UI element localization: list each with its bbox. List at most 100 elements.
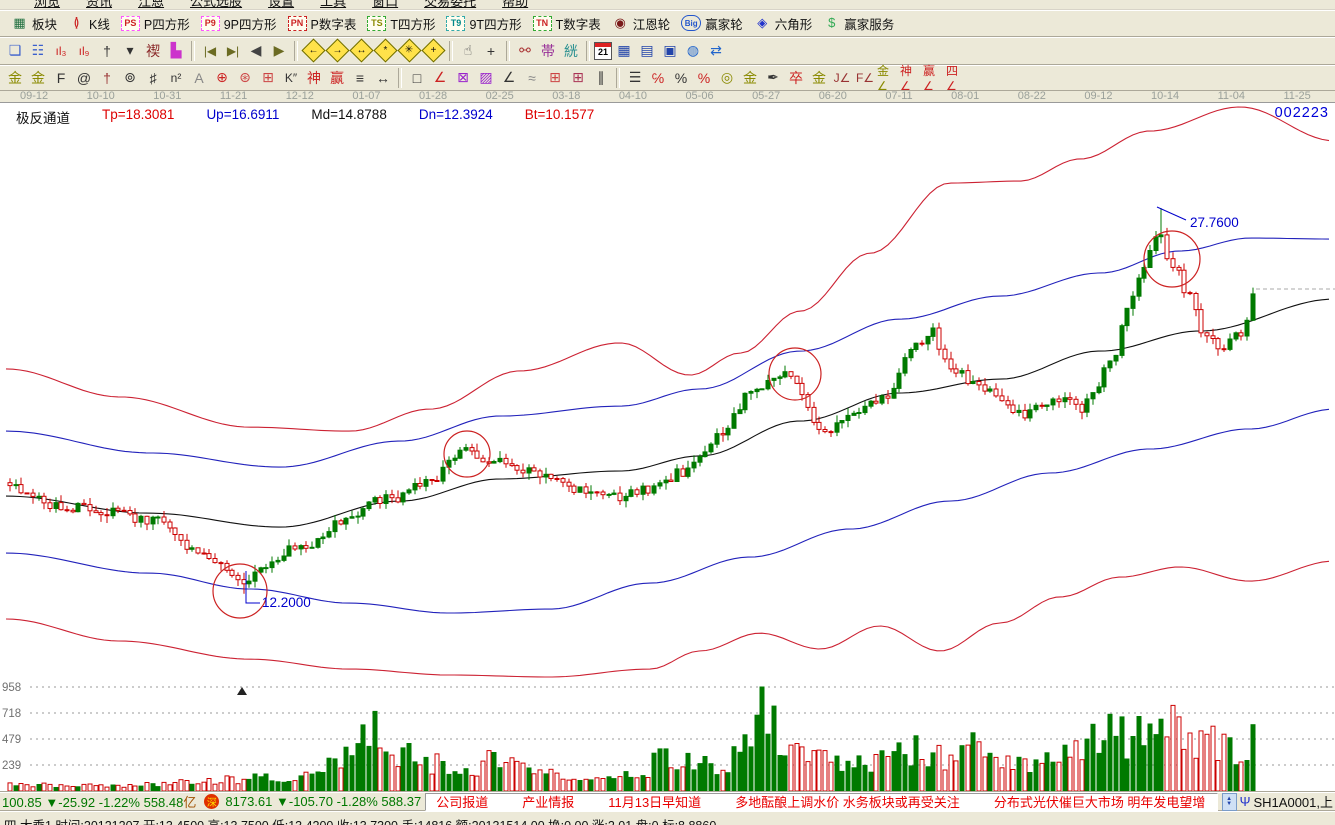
- toolbar-button-kline[interactable]: ≬K线: [65, 13, 116, 34]
- toolbar-button-hexagon[interactable]: ◈六角形: [751, 13, 819, 34]
- hand-icon[interactable]: ☝: [457, 41, 479, 61]
- hatch-box-icon[interactable]: ▨: [475, 68, 497, 88]
- windows-icon[interactable]: ❏: [4, 41, 26, 61]
- news-item-4[interactable]: 分布式光伏催巨大市场 明年发电望增: [994, 793, 1206, 811]
- calendar-21-icon[interactable]: 21: [594, 42, 612, 60]
- diamond-hmove-icon[interactable]: ↔: [349, 38, 373, 62]
- compass-icon[interactable]: ⊚: [119, 68, 141, 88]
- n-squared-icon[interactable]: n²: [165, 68, 187, 88]
- f-angle-icon[interactable]: F∠: [854, 68, 876, 88]
- news-item-0[interactable]: 公司报道: [436, 793, 488, 811]
- gold-angle-icon[interactable]: 金∠: [877, 68, 899, 88]
- ying-tool-icon[interactable]: 赢: [326, 68, 348, 88]
- gold-line-2-icon[interactable]: 金: [27, 68, 49, 88]
- first-page-icon[interactable]: |◀: [199, 41, 221, 61]
- parallel-lines-icon[interactable]: ∥: [590, 68, 612, 88]
- next-icon[interactable]: ▶: [268, 41, 290, 61]
- toolbar-button-winner-wheel[interactable]: Big赢家轮: [678, 13, 749, 34]
- toolbar-button-p-square[interactable]: PSP四方形: [118, 13, 196, 34]
- fan-lines-icon[interactable]: ∠: [429, 68, 451, 88]
- pattern-char-icon[interactable]: 禊: [142, 41, 164, 61]
- candle-icon[interactable]: †: [96, 41, 118, 61]
- notebook-icon[interactable]: ▤: [636, 41, 658, 61]
- star-circle-icon[interactable]: ⊛: [234, 68, 256, 88]
- menu-item-5[interactable]: 工具: [320, 0, 346, 10]
- gold-line-1-icon[interactable]: 金: [4, 68, 26, 88]
- diamond-left-icon[interactable]: ←: [301, 38, 325, 62]
- j-angle-icon[interactable]: J∠: [831, 68, 853, 88]
- diamond-expand-icon[interactable]: ✳: [397, 38, 421, 62]
- percent-lines-icon[interactable]: %: [693, 68, 715, 88]
- diamond-right-icon[interactable]: →: [325, 38, 349, 62]
- save-icon[interactable]: ▣: [659, 41, 681, 61]
- k-second-icon[interactable]: K″: [280, 68, 302, 88]
- bars-3-icon[interactable]: ıl₃: [50, 41, 72, 61]
- shen-angle-icon[interactable]: 神∠: [900, 68, 922, 88]
- crosshair-circle-icon[interactable]: ⊕: [211, 68, 233, 88]
- menu-item-1[interactable]: 资讯: [86, 0, 112, 10]
- comb-icon[interactable]: ♯: [142, 68, 164, 88]
- xbox-purple-icon[interactable]: ⊠: [452, 68, 474, 88]
- si-angle-icon[interactable]: 四∠: [946, 68, 968, 88]
- calculator-icon[interactable]: ▦: [613, 41, 635, 61]
- gold-angle-base-icon[interactable]: 金: [808, 68, 830, 88]
- percent-slash-icon[interactable]: ℅: [647, 68, 669, 88]
- ying-angle-icon[interactable]: 赢∠: [923, 68, 945, 88]
- toolbar-button-9p-square[interactable]: P99P四方形: [198, 13, 283, 34]
- spiral-icon[interactable]: @: [73, 68, 95, 88]
- sync-icon[interactable]: ⇄: [705, 41, 727, 61]
- spinner-control[interactable]: ▲▼: [1222, 793, 1237, 811]
- ruler-icon[interactable]: ≡: [349, 68, 371, 88]
- grid-box-icon[interactable]: ⊞: [257, 68, 279, 88]
- web-icon[interactable]: ◍: [682, 41, 704, 61]
- menu-item-2[interactable]: 江恩: [138, 0, 164, 10]
- percent-icon[interactable]: %: [670, 68, 692, 88]
- diamond-compress-icon[interactable]: *: [373, 38, 397, 62]
- zu-tool-icon[interactable]: 卒: [785, 68, 807, 88]
- grid-red-1-icon[interactable]: ⊞: [544, 68, 566, 88]
- step-bars-icon[interactable]: ☰: [624, 68, 646, 88]
- toolbar-button-t-square[interactable]: TST四方形: [364, 13, 441, 34]
- chart-area[interactable]: 95871847923927.760012.2000 极反通道 Tp=18.30…: [0, 103, 1335, 791]
- toolbar-button-t-number-table[interactable]: TNT数字表: [530, 13, 607, 34]
- gold-circle-icon[interactable]: ◎: [716, 68, 738, 88]
- knot-icon[interactable]: 絖: [560, 41, 582, 61]
- toolbar-button-gann-wheel[interactable]: ◉江恩轮: [609, 13, 677, 34]
- menu-item-6[interactable]: 窗口: [372, 0, 398, 10]
- menu-item-4[interactable]: 设置: [268, 0, 294, 10]
- news-item-2[interactable]: 11月13日早知道: [608, 793, 701, 811]
- news-item-3[interactable]: 多地酝酿上调水价 水务板块或再受关注: [735, 793, 960, 811]
- diamond-move-icon[interactable]: +: [421, 38, 445, 62]
- news-ticker[interactable]: 公司报道 产业情报 11月13日早知道 多地酝酿上调水价 水务板块或再受关注 分布式光伏…: [425, 793, 1217, 811]
- news-item-1[interactable]: 产业情报: [522, 793, 574, 811]
- color-histogram-icon[interactable]: ▙: [165, 41, 187, 61]
- wave-icon[interactable]: ≈: [521, 68, 543, 88]
- toolbar-button-9t-square[interactable]: T99T四方形: [443, 13, 527, 34]
- menu-item-7[interactable]: 交易委托: [424, 0, 476, 10]
- mirror-a-icon[interactable]: A: [188, 68, 210, 88]
- last-page-icon[interactable]: ▶|: [222, 41, 244, 61]
- toolbar-button-p-number-table[interactable]: PNP数字表: [285, 13, 363, 34]
- shen-tool-icon[interactable]: 神: [303, 68, 325, 88]
- hrange-icon[interactable]: ↔: [372, 68, 394, 88]
- bars-9-icon[interactable]: ıl₉: [73, 41, 95, 61]
- price-volume-chart[interactable]: 95871847923927.760012.2000: [0, 103, 1335, 791]
- toolbar-button-winner-service[interactable]: $赢家服务: [820, 13, 900, 34]
- select-box-icon[interactable]: □: [406, 68, 428, 88]
- toolbar-button-sectors[interactable]: ▦板块: [8, 13, 63, 34]
- crosshair-icon[interactable]: +: [480, 41, 502, 61]
- menu-item-8[interactable]: 帮助: [502, 0, 528, 10]
- prev-icon[interactable]: ◀: [245, 41, 267, 61]
- menu-item-0[interactable]: 浏览: [34, 0, 60, 10]
- info-list-icon[interactable]: ☷: [27, 41, 49, 61]
- gann-fan-f-icon[interactable]: F: [50, 68, 72, 88]
- ribbon-icon[interactable]: 帯: [537, 41, 559, 61]
- pick-tool-icon[interactable]: †: [96, 68, 118, 88]
- gold-bars-icon[interactable]: 金: [739, 68, 761, 88]
- ink-brush-icon[interactable]: ✒: [762, 68, 784, 88]
- menu-item-3[interactable]: 公式选股: [190, 0, 242, 10]
- dropdown-icon[interactable]: ▾: [119, 41, 141, 61]
- measure-line-icon[interactable]: ⚯: [514, 41, 536, 61]
- angle-icon[interactable]: ∠: [498, 68, 520, 88]
- grid-red-2-icon[interactable]: ⊞: [567, 68, 589, 88]
